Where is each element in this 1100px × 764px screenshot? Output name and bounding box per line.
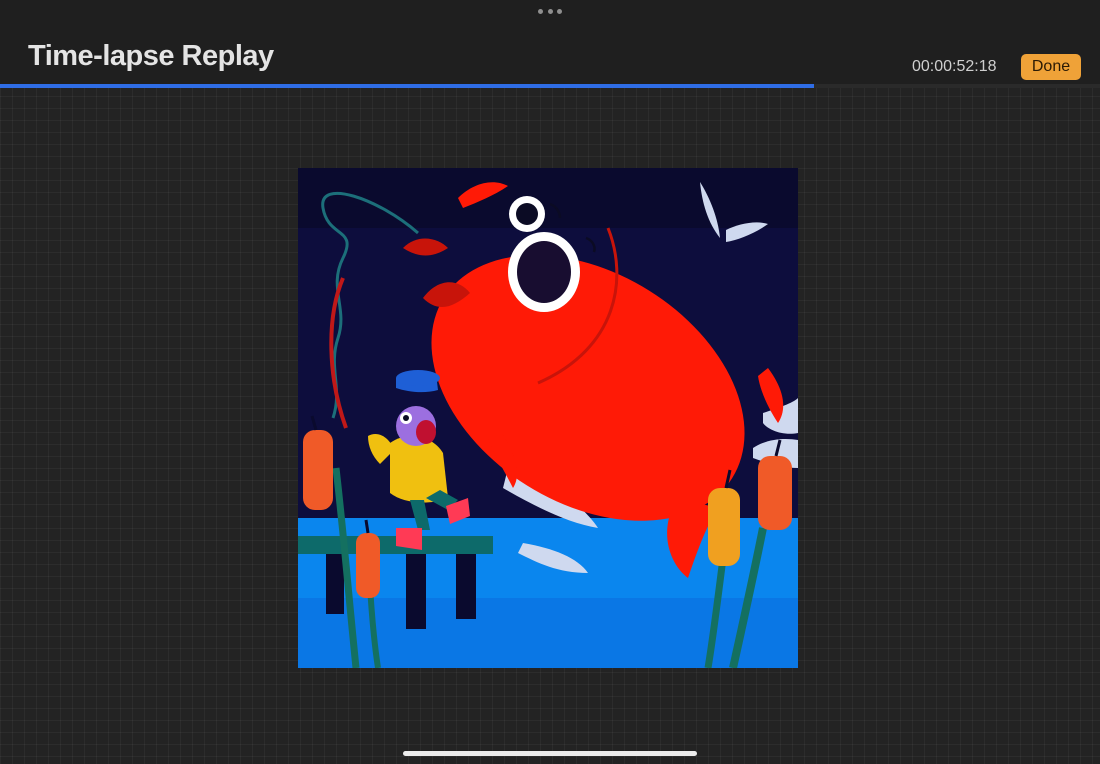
replay-progress-fill bbox=[0, 84, 814, 88]
home-indicator[interactable] bbox=[403, 751, 697, 756]
done-button[interactable]: Done bbox=[1021, 54, 1081, 80]
artwork-canvas bbox=[298, 168, 798, 668]
page-title: Time-lapse Replay bbox=[28, 40, 274, 72]
more-dots-icon[interactable] bbox=[538, 6, 562, 16]
timecode-readout: 00:00:52:18 bbox=[912, 58, 997, 75]
replay-progress-bar[interactable] bbox=[0, 84, 1100, 88]
top-bar: Time-lapse Replay 00:00:52:18 Done bbox=[0, 0, 1100, 84]
